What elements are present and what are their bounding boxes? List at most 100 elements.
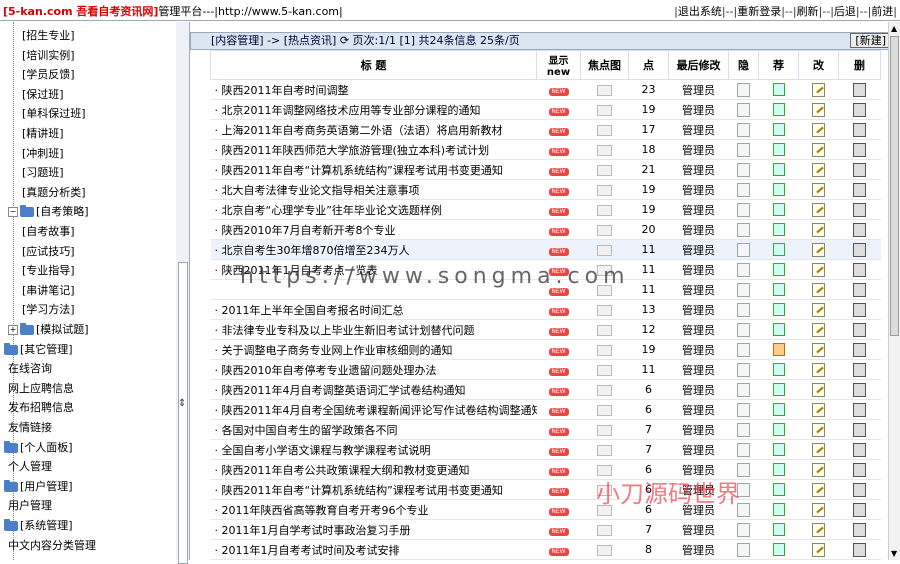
recommend-icon[interactable]	[772, 483, 785, 497]
hide-icon[interactable]	[737, 302, 750, 317]
edit-icon[interactable]	[812, 262, 825, 277]
row-title[interactable]: · 各国对中国自考生的留学政策各不同	[210, 419, 537, 440]
delete-icon[interactable]	[853, 402, 866, 417]
row-title[interactable]: · 北京2011年调整网络技术应用等专业部分课程的通知	[210, 99, 537, 120]
hide-icon[interactable]	[737, 162, 750, 177]
splitter-scroll-thumb[interactable]	[178, 262, 188, 564]
edit-icon[interactable]	[812, 382, 825, 397]
row-title[interactable]: · 关于调整电子商务专业网上作业审核细则的通知	[210, 339, 537, 360]
row-title[interactable]: · 全国自考小学语文课程与教学课程考试说明	[210, 439, 537, 460]
row-title[interactable]: · 陕西2011年自考公共政策课程大纲和教材变更通知	[210, 459, 537, 480]
focus-image-icon[interactable]	[597, 224, 612, 236]
topbar-action-2[interactable]: 刷新	[797, 5, 819, 18]
sidebar-item[interactable]: 中文内容分类管理	[8, 536, 96, 555]
topbar-action-0[interactable]: 退出系统	[678, 5, 722, 18]
sidebar-item[interactable]: [精讲班]	[22, 124, 64, 143]
delete-icon[interactable]	[853, 142, 866, 157]
hide-icon[interactable]	[737, 142, 750, 157]
focus-image-icon[interactable]	[597, 424, 612, 436]
delete-icon[interactable]	[853, 522, 866, 537]
hide-icon[interactable]	[737, 522, 750, 537]
row-title[interactable]: · 上海2011年自考商务英语第二外语（法语）将启用新教材	[210, 119, 537, 140]
new-badge-icon[interactable]: NEW	[548, 108, 569, 116]
edit-icon[interactable]	[812, 542, 825, 557]
edit-icon[interactable]	[812, 442, 825, 457]
edit-icon[interactable]	[812, 522, 825, 537]
new-badge-icon[interactable]: NEW	[548, 128, 569, 136]
delete-icon[interactable]	[853, 202, 866, 217]
hide-icon[interactable]	[737, 102, 750, 117]
sidebar-item[interactable]: [自考故事]	[22, 222, 75, 241]
focus-image-icon[interactable]	[597, 444, 612, 456]
delete-icon[interactable]	[853, 422, 866, 437]
recommend-icon[interactable]	[772, 223, 785, 237]
sidebar-item[interactable]: [专业指导]	[22, 261, 75, 280]
recommend-icon[interactable]	[772, 243, 785, 257]
delete-icon[interactable]	[853, 382, 866, 397]
recommend-icon[interactable]	[772, 263, 785, 277]
hide-icon[interactable]	[737, 122, 750, 137]
focus-image-icon[interactable]	[597, 204, 612, 216]
hide-icon[interactable]	[737, 382, 750, 397]
sidebar-item[interactable]: [保过班]	[22, 85, 64, 104]
delete-icon[interactable]	[853, 502, 866, 517]
new-badge-icon[interactable]: NEW	[548, 308, 569, 316]
sidebar-item[interactable]: [用户管理]	[4, 477, 73, 496]
new-badge-icon[interactable]: NEW	[548, 168, 569, 176]
sidebar-item[interactable]: [其它管理]	[4, 340, 73, 359]
expander-icon[interactable]: +	[8, 325, 18, 335]
hide-icon[interactable]	[737, 422, 750, 437]
focus-image-icon[interactable]	[597, 364, 612, 376]
new-badge-icon[interactable]: NEW	[548, 428, 569, 436]
delete-icon[interactable]	[853, 102, 866, 117]
sidebar-item[interactable]: [学习方法]	[22, 300, 75, 319]
recommend-icon[interactable]	[772, 283, 785, 297]
hide-icon[interactable]	[737, 282, 750, 297]
edit-icon[interactable]	[812, 402, 825, 417]
delete-icon[interactable]	[853, 262, 866, 277]
recommend-icon[interactable]	[772, 203, 785, 217]
edit-icon[interactable]	[812, 242, 825, 257]
sidebar-item[interactable]: [冲刺班]	[22, 144, 64, 163]
hide-icon[interactable]	[737, 342, 750, 357]
sidebar-item[interactable]: 在线咨询	[8, 359, 52, 378]
focus-image-icon[interactable]	[597, 124, 612, 136]
hide-icon[interactable]	[737, 82, 750, 97]
splitter-toggle-icon[interactable]: ⇕	[178, 398, 186, 409]
topbar-action-4[interactable]: 前进	[871, 5, 893, 18]
edit-icon[interactable]	[812, 502, 825, 517]
hide-icon[interactable]	[737, 202, 750, 217]
new-badge-icon[interactable]: NEW	[548, 148, 569, 156]
hide-icon[interactable]	[737, 402, 750, 417]
row-title[interactable]: · 陕西2011年4月自考调整英语词汇学试卷结构通知	[210, 379, 537, 400]
recommend-icon[interactable]	[772, 103, 785, 117]
scroll-down-icon[interactable]: ▼	[891, 549, 897, 558]
focus-image-icon[interactable]	[597, 244, 612, 256]
hide-icon[interactable]	[737, 262, 750, 277]
delete-icon[interactable]	[853, 302, 866, 317]
sidebar-item[interactable]: 网上应聘信息	[8, 379, 74, 398]
delete-icon[interactable]	[853, 342, 866, 357]
new-badge-icon[interactable]: NEW	[548, 228, 569, 236]
sidebar-item[interactable]: 用户管理	[8, 496, 52, 515]
hide-icon[interactable]	[737, 242, 750, 257]
edit-icon[interactable]	[812, 82, 825, 97]
site-brand[interactable]: [5-kan.com 吾看自考资讯网]	[3, 5, 158, 18]
edit-icon[interactable]	[812, 102, 825, 117]
sidebar-item[interactable]: [系统管理]	[4, 516, 73, 535]
edit-icon[interactable]	[812, 222, 825, 237]
recommend-icon[interactable]	[772, 443, 785, 457]
row-title[interactable]: · 非法律专业专科及以上毕业生新旧考试计划替代问题	[210, 319, 537, 340]
row-title[interactable]: · 陕西2011年陕西师范大学旅游管理(独立本科)考试计划	[210, 139, 537, 160]
focus-image-icon[interactable]	[597, 544, 612, 556]
focus-image-icon[interactable]	[597, 384, 612, 396]
recommend-icon[interactable]	[772, 183, 785, 197]
row-title[interactable]: · 北京自考生30年增870倍增至234万人	[210, 239, 537, 260]
row-title[interactable]: · 陕西2011年4月自考全国统考课程新闻评论写作试卷结构调整通知	[210, 399, 537, 420]
topbar-action-3[interactable]: 后退	[834, 5, 856, 18]
delete-icon[interactable]	[853, 462, 866, 477]
row-title[interactable]: · 陕西2011年自考“计算机系统结构”课程考试用书变更通知	[210, 479, 537, 500]
focus-image-icon[interactable]	[597, 324, 612, 336]
focus-image-icon[interactable]	[597, 404, 612, 416]
row-title[interactable]: · 北京自考“心理学专业”往年毕业论文选题样例	[210, 199, 537, 220]
